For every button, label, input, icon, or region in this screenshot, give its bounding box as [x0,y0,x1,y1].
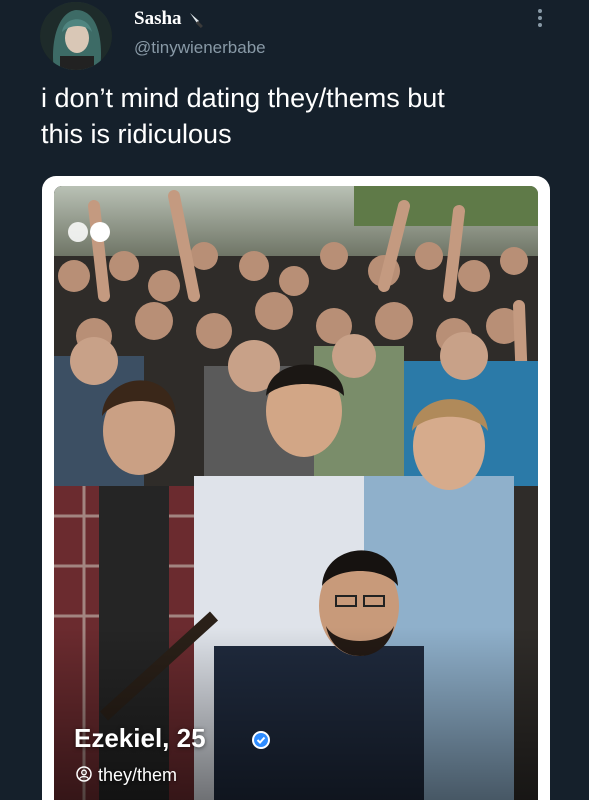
tweet-media[interactable]: Ezekiel, 25 they/them [42,176,550,800]
person-circle-icon [76,766,92,782]
knife-icon [190,13,203,28]
display-name[interactable]: Sasha [134,8,182,30]
more-vertical-icon[interactable] [530,6,550,32]
story-dot [68,222,88,242]
avatar[interactable] [40,2,112,70]
tweet-text-line: i don’t mind dating they/thems but [41,83,445,113]
tweet-text: i don’t mind dating they/thems but this … [41,80,561,152]
profile-name-age: Ezekiel, 25 [74,723,206,753]
verified-badge-icon [252,731,270,749]
story-dot [90,222,110,242]
pronouns-label: they/them [98,765,178,785]
avatar-photo [40,2,112,70]
crowd-photo [54,186,538,800]
user-handle[interactable]: @tinywienerbabe [134,38,266,58]
profile-photo [54,186,538,800]
tweet-text-line: this is ridiculous [41,119,232,149]
